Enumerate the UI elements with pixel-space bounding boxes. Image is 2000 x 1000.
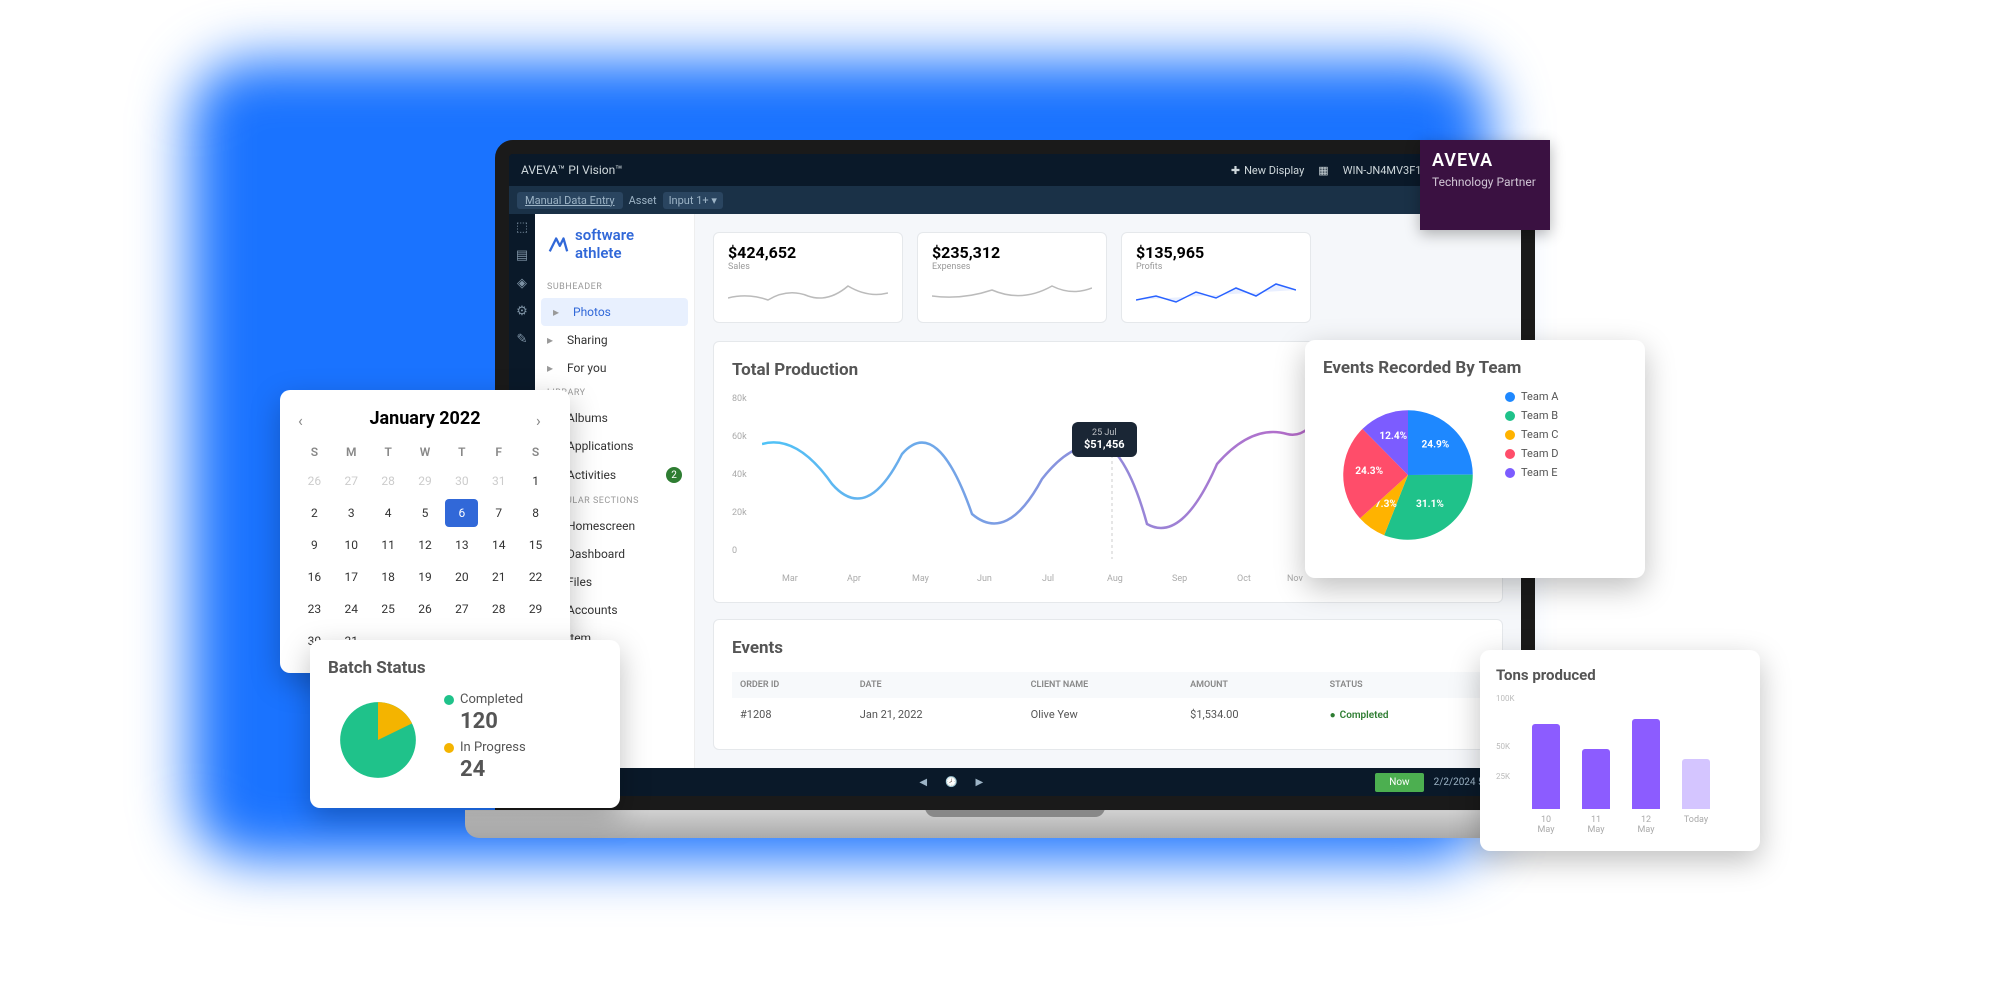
new-display-button[interactable]: ✚ New Display <box>1231 164 1304 177</box>
legend-item: Completed <box>444 692 526 707</box>
batch-title: Batch Status <box>328 658 602 678</box>
team-events-title: Events Recorded By Team <box>1323 358 1627 378</box>
batch-status-card: Batch Status Completed120In Progress24 <box>310 640 620 808</box>
layout-icon[interactable]: ▦ <box>1318 164 1328 177</box>
calendar-day[interactable]: 23 <box>298 595 331 623</box>
badge-subtitle: Technology Partner <box>1432 175 1538 189</box>
events-table: ORDER IDDATECLIENT NAMEAMOUNTSTATUS #120… <box>732 672 1484 731</box>
tons-title: Tons produced <box>1496 666 1744 684</box>
rail-icon[interactable]: ✎ <box>514 332 530 348</box>
calendar-day[interactable]: 7 <box>482 499 515 527</box>
prev-month-button[interactable]: ‹ <box>298 411 314 427</box>
bar <box>1582 749 1610 809</box>
calendar-day[interactable]: 21 <box>482 563 515 591</box>
nav-item[interactable]: ▸For you <box>535 354 694 382</box>
prev-icon[interactable]: ◀ <box>919 777 927 788</box>
kpi-card: $235,312Expenses <box>917 232 1107 323</box>
kpi-card: $135,965Profits <box>1121 232 1311 323</box>
now-button[interactable]: Now <box>1375 773 1423 792</box>
logo-icon <box>547 233 569 255</box>
nav-item[interactable]: ▸Photos <box>541 298 688 326</box>
tons-produced-card: Tons produced 100K 50K 25K 10 May11 May1… <box>1480 650 1760 851</box>
legend-item: Team B <box>1505 409 1558 422</box>
next-month-button[interactable]: › <box>536 411 552 427</box>
team-events-pie: 24.9%31.1%7.3%24.3%12.4% <box>1323 390 1493 560</box>
input-dropdown[interactable]: Input 1+ ▾ <box>663 192 723 209</box>
calendar-day[interactable]: 8 <box>519 499 552 527</box>
calendar-day[interactable]: 27 <box>445 595 478 623</box>
calendar-day[interactable]: 26 <box>409 595 442 623</box>
bottom-bar: ⟳ ◀ 🕗 ▶ Now 2/2/2024 5:07:05 <box>509 768 1521 796</box>
chart-tooltip: 25 Jul $51,456 <box>1072 422 1137 457</box>
svg-text:31.1%: 31.1% <box>1416 499 1444 510</box>
next-icon[interactable]: ▶ <box>976 777 984 788</box>
time-icon[interactable]: 🕗 <box>945 777 957 788</box>
calendar-day[interactable]: 4 <box>372 499 405 527</box>
titlebar: AVEVA™ PI Vision™ ✚ New Display ▦ WIN-JN… <box>509 154 1521 186</box>
calendar-day[interactable]: 13 <box>445 531 478 559</box>
calendar-day[interactable]: 6 <box>445 499 478 527</box>
legend-item: Team E <box>1505 466 1558 479</box>
rail-icon[interactable]: ⚙ <box>514 304 530 320</box>
calendar-day[interactable]: 2 <box>298 499 331 527</box>
subheader-label: SUBHEADER <box>535 276 694 298</box>
calendar-day[interactable]: 18 <box>372 563 405 591</box>
calendar-day[interactable]: 25 <box>372 595 405 623</box>
svg-text:24.9%: 24.9% <box>1421 439 1449 450</box>
kpi-card: $424,652Sales <box>713 232 903 323</box>
badge-brand: AVEVA <box>1432 150 1538 171</box>
toolbar: Manual Data Entry Asset Input 1+ ▾ <box>509 186 1521 214</box>
rail-icon[interactable]: ▤ <box>514 248 530 264</box>
rail-icon[interactable]: ⬚ <box>514 220 530 236</box>
partner-badge: AVEVA Technology Partner <box>1420 140 1550 230</box>
calendar-day[interactable]: 12 <box>409 531 442 559</box>
manual-data-entry-link[interactable]: Manual Data Entry <box>517 192 623 209</box>
calendar-day[interactable]: 20 <box>445 563 478 591</box>
logo: software athlete <box>535 226 694 276</box>
calendar-day[interactable]: 3 <box>335 499 368 527</box>
calendar-day[interactable]: 1 <box>519 467 552 495</box>
batch-pie-chart <box>328 690 428 790</box>
calendar-day[interactable]: 16 <box>298 563 331 591</box>
calendar-day[interactable]: 28 <box>482 595 515 623</box>
calendar-day[interactable]: 29 <box>519 595 552 623</box>
nav-item[interactable]: ▸Sharing <box>535 326 694 354</box>
calendar-day[interactable]: 11 <box>372 531 405 559</box>
app-title: AVEVA™ PI Vision™ <box>521 163 623 177</box>
calendar-card: ‹ January 2022 › SMTWTFS2627282930311234… <box>280 390 570 673</box>
legend-item: Team C <box>1505 428 1558 441</box>
status-badge: Completed <box>1330 710 1389 721</box>
team-events-card: Events Recorded By Team 24.9%31.1%7.3%24… <box>1305 340 1645 578</box>
calendar-day[interactable]: 15 <box>519 531 552 559</box>
rail-icon[interactable]: ◈ <box>514 276 530 292</box>
bar <box>1532 724 1560 809</box>
calendar-day[interactable]: 24 <box>335 595 368 623</box>
svg-text:24.3%: 24.3% <box>1355 466 1383 477</box>
calendar-day[interactable]: 5 <box>409 499 442 527</box>
bar <box>1632 719 1660 809</box>
calendar-day[interactable]: 17 <box>335 563 368 591</box>
calendar-day[interactable]: 19 <box>409 563 442 591</box>
icon-rail: ⬚ ▤ ◈ ⚙ ✎ <box>509 214 535 354</box>
calendar-day[interactable]: 10 <box>335 531 368 559</box>
events-panel: Events ORDER IDDATECLIENT NAMEAMOUNTSTAT… <box>713 619 1503 750</box>
bar <box>1682 759 1710 809</box>
calendar-day[interactable]: 9 <box>298 531 331 559</box>
calendar-day[interactable]: 14 <box>482 531 515 559</box>
legend-item: Team A <box>1505 390 1558 403</box>
table-row[interactable]: #1208 Jan 21, 2022 Olive Yew $1,534.00 C… <box>732 698 1484 731</box>
events-title: Events <box>732 638 1484 658</box>
legend-item: In Progress <box>444 740 526 755</box>
svg-text:12.4%: 12.4% <box>1379 431 1407 442</box>
calendar-day[interactable]: 22 <box>519 563 552 591</box>
calendar-title: January 2022 <box>369 408 480 429</box>
asset-label: Asset <box>629 194 657 207</box>
legend-item: Team D <box>1505 447 1558 460</box>
